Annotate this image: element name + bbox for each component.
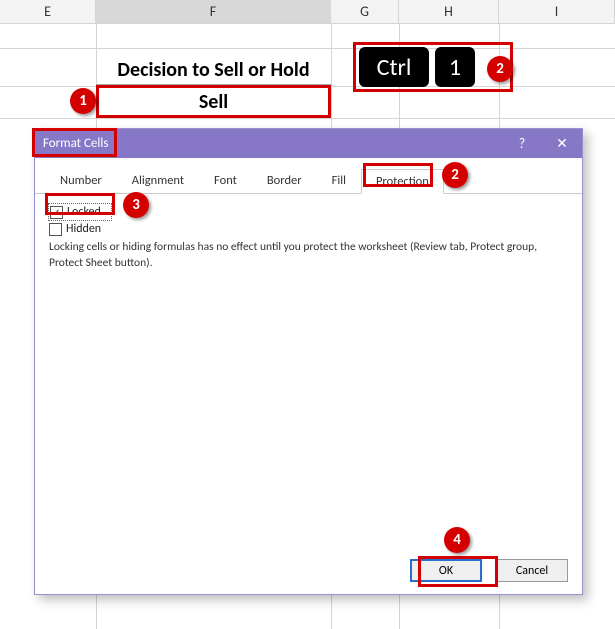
hidden-row[interactable]: Hidden	[49, 222, 568, 236]
cancel-button[interactable]: Cancel	[496, 559, 568, 582]
col-header-F[interactable]: F	[96, 0, 331, 24]
dialog-titlebar[interactable]: Format Cells ? ✕	[35, 129, 582, 158]
format-cells-dialog: Format Cells ? ✕ Number Alignment Font B…	[34, 128, 583, 595]
callout-3: 3	[123, 192, 149, 218]
tab-border[interactable]: Border	[252, 168, 317, 193]
callout-box-ok	[418, 556, 498, 587]
callout-box-protection-tab	[363, 163, 433, 187]
hidden-checkbox[interactable]	[49, 223, 62, 236]
tab-fill[interactable]: Fill	[317, 168, 361, 193]
key-1: 1	[435, 47, 475, 87]
col-header-I[interactable]: I	[499, 0, 615, 24]
tab-number[interactable]: Number	[45, 168, 117, 193]
callout-2-tab: 2	[442, 162, 468, 188]
cell-decision-header[interactable]: Decision to Sell or Hold	[96, 55, 331, 85]
callout-2-keys: 2	[487, 56, 513, 82]
col-header-G[interactable]: G	[331, 0, 399, 24]
tab-font[interactable]: Font	[199, 168, 252, 193]
tab-alignment[interactable]: Alignment	[117, 168, 199, 193]
callout-box-sell	[96, 85, 331, 118]
hidden-label: Hidden	[66, 222, 101, 236]
dialog-tabs: Number Alignment Font Border Fill Protec…	[35, 158, 582, 194]
protection-info-text: Locking cells or hiding formulas has no …	[49, 240, 568, 271]
dialog-close-button[interactable]: ✕	[542, 129, 582, 158]
callout-box-locked	[45, 193, 115, 215]
callout-4: 4	[444, 527, 470, 553]
dialog-body: ✓ Locked Hidden Locking cells or hiding …	[35, 194, 582, 279]
key-ctrl: Ctrl	[359, 47, 429, 87]
callout-1: 1	[70, 88, 96, 114]
dialog-help-button[interactable]: ?	[502, 129, 542, 158]
col-header-E[interactable]: E	[0, 0, 96, 24]
col-header-H[interactable]: H	[399, 0, 499, 24]
callout-box-title	[32, 128, 117, 157]
